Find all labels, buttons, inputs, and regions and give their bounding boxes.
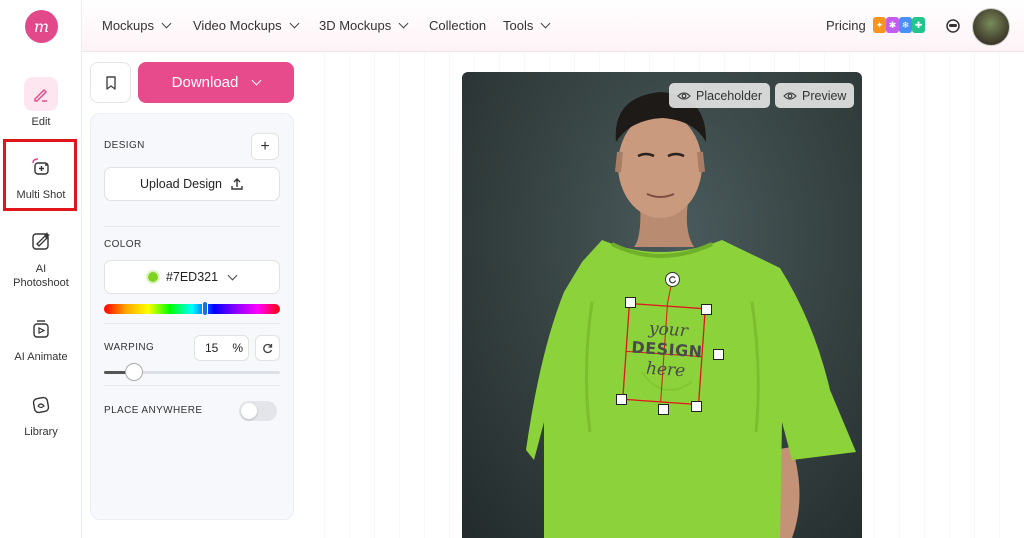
nav-item-label: Collection	[429, 18, 487, 33]
add-design-button[interactable]: +	[251, 133, 279, 160]
design-section-label: DESIGN	[104, 140, 145, 151]
nav-item-3d-mockups[interactable]: 3D Mockups	[319, 18, 409, 33]
rotate-handle[interactable]	[665, 272, 680, 287]
chevron-down-icon	[227, 270, 238, 280]
place-anywhere-toggle[interactable]	[239, 401, 277, 421]
resize-handle-bottom-left[interactable]	[616, 394, 627, 405]
chevron-down-icon	[540, 18, 551, 29]
warping-input[interactable]: 15 %	[194, 335, 249, 361]
star-icon: ✦	[873, 17, 886, 33]
color-section-label: COLOR	[104, 239, 142, 250]
nav-item-video-mockups[interactable]: Video Mockups	[193, 18, 300, 33]
animate-icon	[24, 312, 58, 346]
divider	[104, 323, 280, 324]
plus-icon: ✚	[912, 17, 925, 33]
rail-item-label: Library	[24, 426, 58, 438]
pricing-label: Pricing	[826, 18, 866, 33]
warping-unit: %	[232, 341, 244, 355]
design-placeholder-text[interactable]: your DESIGN here	[620, 317, 714, 383]
logo-mark: m	[33, 17, 50, 36]
resize-handle-bottom[interactable]	[658, 404, 669, 415]
upload-icon	[231, 178, 243, 190]
chevron-down-icon	[251, 75, 262, 86]
chevron-down-icon	[289, 18, 300, 29]
chevron-down-icon	[161, 18, 172, 29]
bookmark-button[interactable]	[90, 62, 131, 103]
rail-item-label: AI Animate	[14, 351, 68, 363]
hue-slider-thumb[interactable]	[202, 301, 208, 316]
color-swatch	[147, 272, 158, 282]
pricing-link[interactable]: Pricing	[826, 18, 866, 33]
preview-label: Preview	[802, 88, 847, 103]
rail-item-ai-animate[interactable]: AI Animate	[0, 312, 82, 364]
nav-item-collection[interactable]: Collection	[429, 18, 486, 33]
warping-value: 15	[205, 341, 219, 355]
placeholder-label: Placeholder	[696, 88, 763, 103]
warping-slider-thumb[interactable]	[125, 363, 143, 381]
snowflake-icon: ❄	[899, 17, 912, 33]
nav-item-label: Tools	[503, 18, 534, 33]
download-button[interactable]: Download	[138, 62, 294, 103]
left-sidebar: m Edit Multi Shot AI Photoshoot AI Anima…	[0, 0, 82, 538]
resize-handle-top-left[interactable]	[625, 297, 636, 308]
pencil-icon	[24, 77, 58, 111]
preview-button[interactable]: Preview	[775, 83, 855, 108]
highlight-box	[3, 139, 77, 211]
resize-handle-right[interactable]	[713, 349, 724, 360]
nav-item-tools[interactable]: Tools	[503, 18, 551, 33]
nav-item-mockups[interactable]: Mockups	[102, 18, 172, 33]
nav-item-label: 3D Mockups	[319, 18, 392, 33]
app-logo[interactable]: m	[25, 10, 58, 43]
rail-item-ai-photoshoot[interactable]: AI Photoshoot	[0, 224, 82, 290]
rail-item-label: AI Photoshoot	[13, 263, 69, 289]
rail-item-library[interactable]: Library	[0, 387, 82, 439]
refresh-icon	[263, 343, 273, 353]
upload-label: Upload Design	[140, 177, 222, 191]
resize-handle-bottom-right[interactable]	[691, 401, 702, 412]
placeholder-toggle-button[interactable]: Placeholder	[669, 83, 771, 108]
avatar[interactable]	[972, 8, 1010, 46]
mockup-image: your DESIGN here Placeholder Preview	[462, 72, 862, 538]
resize-handle-top-right[interactable]	[701, 304, 712, 315]
photoshoot-icon	[24, 224, 58, 258]
nav-item-label: Video Mockups	[193, 18, 282, 33]
divider	[104, 385, 280, 386]
settings-panel: DESIGN + Upload Design COLOR #7ED321 WAR…	[90, 113, 294, 520]
top-nav: Mockups Video Mockups 3D Mockups Collect…	[82, 0, 1024, 52]
sparkle-icon: ✱	[886, 17, 899, 33]
hue-slider[interactable]	[104, 304, 280, 314]
toggle-knob	[241, 403, 257, 419]
rail-item-label: Edit	[31, 116, 51, 128]
reset-warping-button[interactable]	[255, 335, 280, 361]
design-overlay	[622, 285, 706, 406]
chevron-down-icon	[398, 18, 409, 29]
download-label: Download	[171, 74, 239, 91]
bookmark-icon	[105, 75, 116, 90]
pricing-badges: ✦ ✱ ❄ ✚	[873, 17, 925, 33]
upload-design-button[interactable]: Upload Design	[104, 167, 280, 201]
divider	[104, 226, 280, 227]
user-mask-icon[interactable]	[946, 19, 960, 33]
warping-section-label: WARPING	[104, 342, 155, 353]
eye-icon	[677, 91, 691, 100]
eye-icon	[783, 91, 797, 100]
place-anywhere-label: PLACE ANYWHERE	[104, 405, 203, 416]
library-icon	[24, 387, 58, 421]
rail-item-edit[interactable]: Edit	[0, 77, 82, 129]
rotate-icon	[669, 276, 677, 284]
plus-icon: +	[260, 137, 270, 155]
nav-item-label: Mockups	[102, 18, 155, 33]
color-select[interactable]: #7ED321	[104, 260, 280, 294]
color-value: #7ED321	[165, 270, 219, 284]
